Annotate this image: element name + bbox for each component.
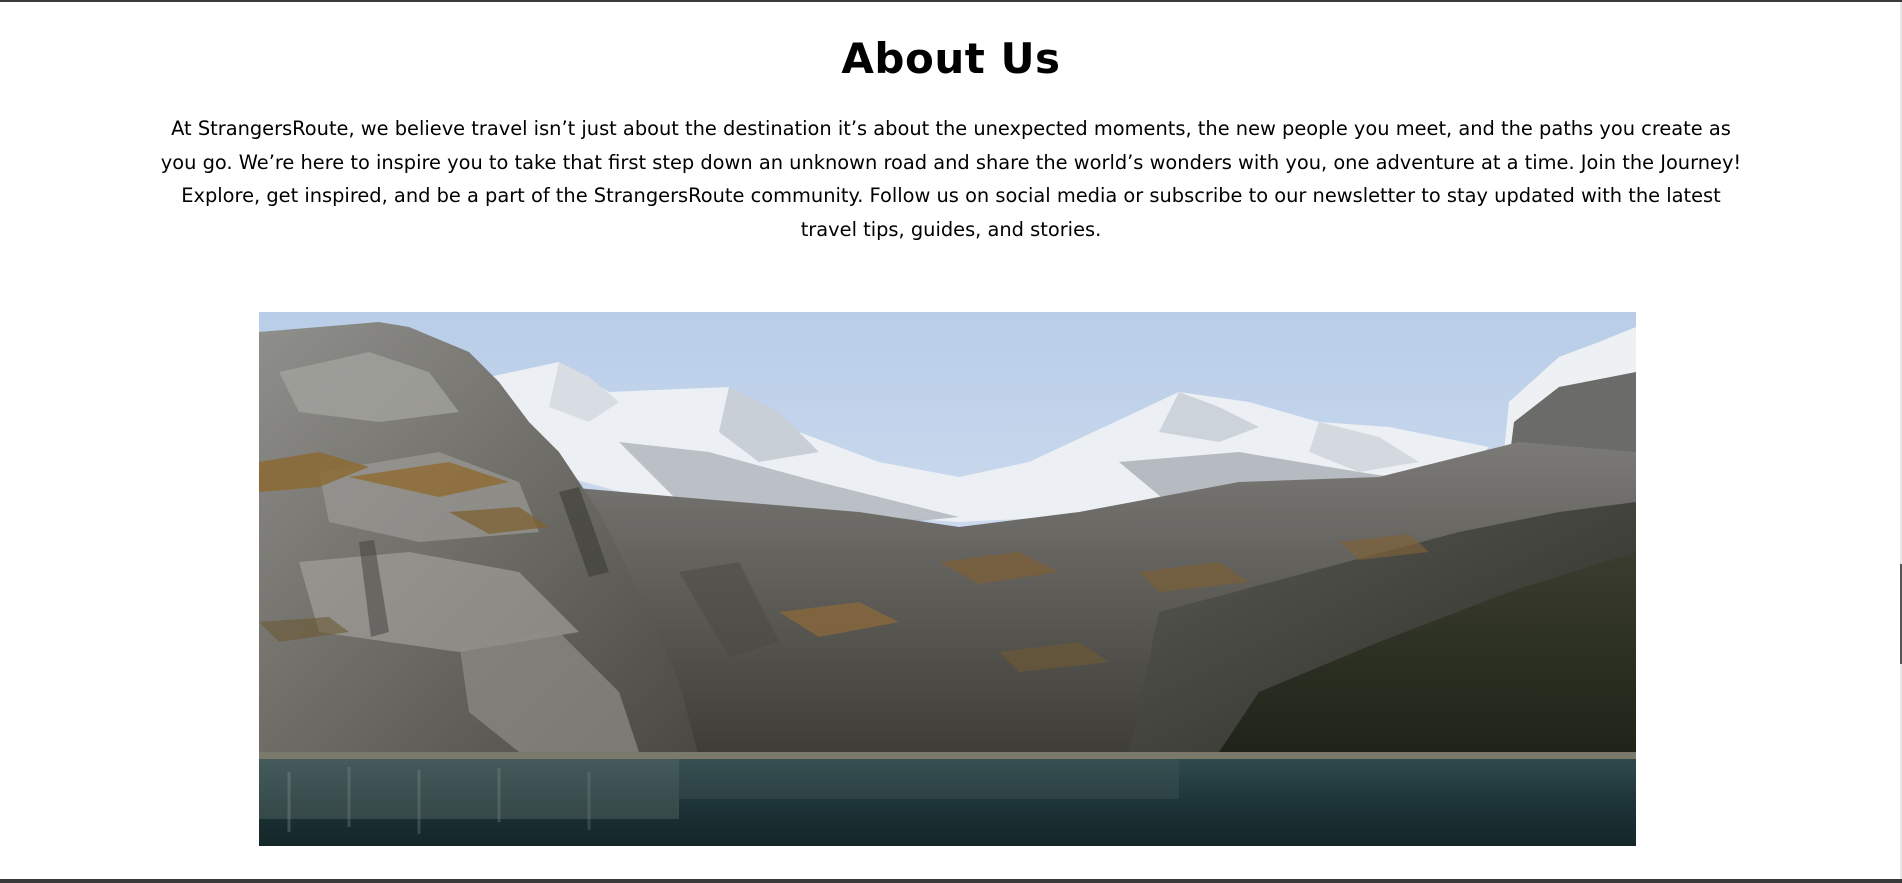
about-section: About Us At StrangersRoute, we believe t… xyxy=(0,2,1902,246)
about-paragraph: At StrangersRoute, we believe travel isn… xyxy=(160,117,1742,241)
page: About Us At StrangersRoute, we believe t… xyxy=(0,0,1902,883)
mountain-lake-image xyxy=(259,312,1636,846)
page-title: About Us xyxy=(841,34,1061,83)
